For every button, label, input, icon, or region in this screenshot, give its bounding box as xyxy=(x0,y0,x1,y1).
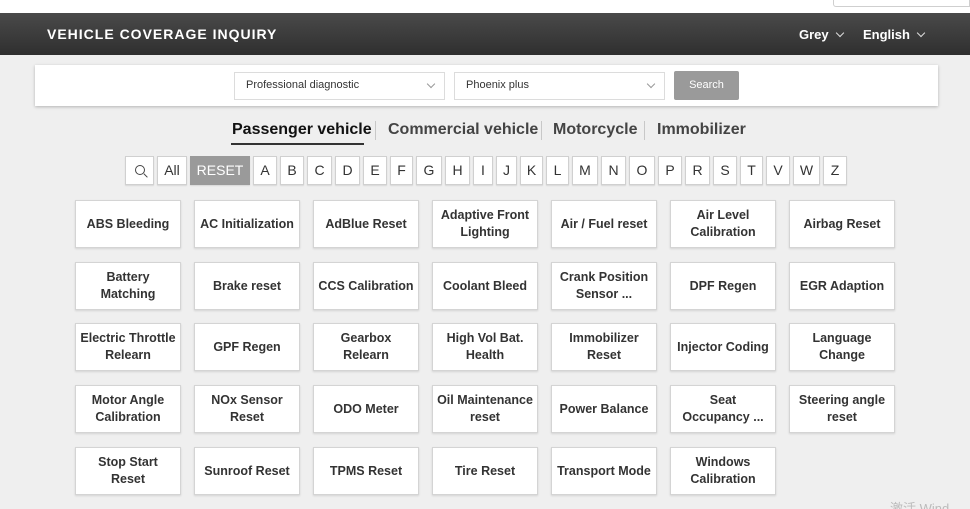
function-card[interactable]: EGR Adaption xyxy=(789,262,895,310)
function-card[interactable]: Crank Position Sensor ... xyxy=(551,262,657,310)
filter-letter-l[interactable]: L xyxy=(546,156,569,185)
language-label: English xyxy=(863,27,910,42)
filter-letter-f[interactable]: F xyxy=(390,156,413,185)
chevron-down-icon xyxy=(916,28,926,37)
function-card[interactable]: Battery Matching xyxy=(75,262,181,310)
tab-divider xyxy=(541,121,542,140)
tab-immobilizer[interactable]: Immobilizer xyxy=(657,121,746,139)
function-card[interactable]: Oil Maintenance reset xyxy=(432,385,538,433)
filter-letter-p[interactable]: P xyxy=(658,156,682,185)
filter-letter-j[interactable]: J xyxy=(496,156,517,185)
function-card[interactable]: NOx Sensor Reset xyxy=(194,385,300,433)
tab-divider xyxy=(644,121,645,140)
function-card[interactable]: AdBlue Reset xyxy=(313,200,419,248)
filter-letter-i[interactable]: I xyxy=(473,156,493,185)
device-select-value: Phoenix plus xyxy=(466,79,529,91)
function-card[interactable]: Air Level Calibration xyxy=(670,200,776,248)
search-filter-button[interactable] xyxy=(125,156,154,185)
function-card[interactable]: Coolant Bleed xyxy=(432,262,538,310)
theme-dropdown[interactable]: Grey xyxy=(799,27,844,42)
chevron-down-icon xyxy=(835,28,844,37)
tab-motorcycle[interactable]: Motorcycle xyxy=(553,121,637,139)
top-notch xyxy=(833,0,970,7)
function-card[interactable]: High Vol Bat. Health xyxy=(432,323,538,371)
page-header: VEHICLE COVERAGE INQUIRY Grey English xyxy=(0,13,970,55)
filter-letter-z[interactable]: Z xyxy=(823,156,847,185)
function-card[interactable]: GPF Regen xyxy=(194,323,300,371)
chevron-down-icon xyxy=(646,79,656,89)
function-card[interactable]: Brake reset xyxy=(194,262,300,310)
function-card[interactable]: Immobilizer Reset xyxy=(551,323,657,371)
function-card[interactable]: Seat Occupancy ... xyxy=(670,385,776,433)
function-card[interactable]: TPMS Reset xyxy=(313,447,419,495)
function-card[interactable]: Steering angle reset xyxy=(789,385,895,433)
function-card[interactable]: Electric Throttle Relearn xyxy=(75,323,181,371)
function-card[interactable]: Airbag Reset xyxy=(789,200,895,248)
function-card[interactable]: Stop Start Reset xyxy=(75,447,181,495)
filter-letter-d[interactable]: D xyxy=(335,156,360,185)
filter-letter-n[interactable]: N xyxy=(601,156,626,185)
filter-letter-g[interactable]: G xyxy=(416,156,442,185)
function-card[interactable]: Transport Mode xyxy=(551,447,657,495)
function-card[interactable]: Motor Angle Calibration xyxy=(75,385,181,433)
filter-letter-a[interactable]: A xyxy=(253,156,277,185)
filter-reset[interactable]: RESET xyxy=(190,156,250,185)
browser-top-strip xyxy=(0,0,970,13)
function-card[interactable]: Windows Calibration xyxy=(670,447,776,495)
search-icon xyxy=(134,165,145,175)
function-card[interactable]: Gearbox Relearn xyxy=(313,323,419,371)
category-select[interactable]: Professional diagnostic xyxy=(234,72,445,100)
function-card[interactable]: Sunroof Reset xyxy=(194,447,300,495)
search-button[interactable]: Search xyxy=(674,71,739,100)
filter-letter-b[interactable]: B xyxy=(280,156,304,185)
active-tab-indicator xyxy=(231,143,364,145)
function-card[interactable]: ODO Meter xyxy=(313,385,419,433)
page-title: VEHICLE COVERAGE INQUIRY xyxy=(47,26,278,42)
filter-letter-w[interactable]: W xyxy=(793,156,820,185)
tab-passenger-vehicle[interactable]: Passenger vehicle xyxy=(232,121,372,139)
function-card[interactable]: CCS Calibration xyxy=(313,262,419,310)
filter-letter-v[interactable]: V xyxy=(766,156,790,185)
filter-letter-s[interactable]: S xyxy=(713,156,737,185)
theme-label: Grey xyxy=(799,27,829,42)
filter-letter-o[interactable]: O xyxy=(629,156,655,185)
function-card[interactable]: Adaptive Front Lighting xyxy=(432,200,538,248)
filter-all[interactable]: All xyxy=(157,156,187,185)
chevron-down-icon xyxy=(426,79,436,89)
language-dropdown[interactable]: English xyxy=(863,27,926,42)
filter-letter-c[interactable]: C xyxy=(307,156,332,185)
function-card[interactable]: Language Change xyxy=(789,323,895,371)
search-panel: Professional diagnostic Phoenix plus Sea… xyxy=(35,65,938,106)
function-card[interactable]: Power Balance xyxy=(551,385,657,433)
tab-divider xyxy=(375,121,376,140)
function-card[interactable]: DPF Regen xyxy=(670,262,776,310)
function-card[interactable]: Air / Fuel reset xyxy=(551,200,657,248)
filter-letter-e[interactable]: E xyxy=(363,156,387,185)
filter-letter-k[interactable]: K xyxy=(520,156,543,185)
category-select-value: Professional diagnostic xyxy=(246,79,360,91)
function-card[interactable]: Injector Coding xyxy=(670,323,776,371)
vehicle-tabs: Passenger vehicle Commercial vehicle Mot… xyxy=(0,121,970,147)
device-select[interactable]: Phoenix plus xyxy=(454,72,665,100)
function-card[interactable]: AC Initialization xyxy=(194,200,300,248)
os-activation-watermark: 激活 Wind xyxy=(890,501,950,509)
function-card[interactable]: Tire Reset xyxy=(432,447,538,495)
filter-letter-r[interactable]: R xyxy=(685,156,710,185)
function-card[interactable]: ABS Bleeding xyxy=(75,200,181,248)
filter-letter-t[interactable]: T xyxy=(740,156,763,185)
tab-commercial-vehicle[interactable]: Commercial vehicle xyxy=(388,121,538,139)
filter-letter-m[interactable]: M xyxy=(572,156,598,185)
filter-letter-h[interactable]: H xyxy=(445,156,470,185)
